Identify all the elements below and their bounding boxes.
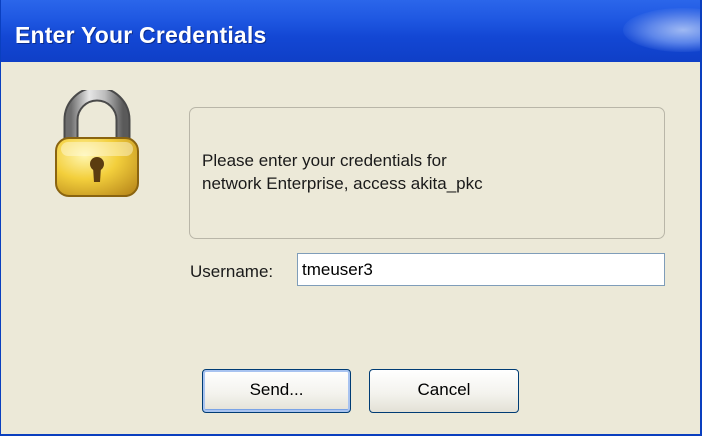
message-line-1: Please enter your credentials for <box>202 151 447 170</box>
cancel-button[interactable]: Cancel <box>369 369 519 413</box>
credentials-dialog: Enter Your Credentials Please enter your… <box>0 0 702 436</box>
window-title: Enter Your Credentials <box>15 22 267 48</box>
message-panel: Please enter your credentials for networ… <box>189 107 665 239</box>
lock-icon <box>55 90 139 197</box>
username-label: Username: <box>190 262 274 281</box>
title-bar[interactable]: Enter Your Credentials <box>1 0 700 62</box>
send-button[interactable]: Send... <box>202 369 351 413</box>
message-line-2: network Enterprise, access akita_pkc <box>202 174 483 193</box>
username-input[interactable] <box>297 253 665 286</box>
